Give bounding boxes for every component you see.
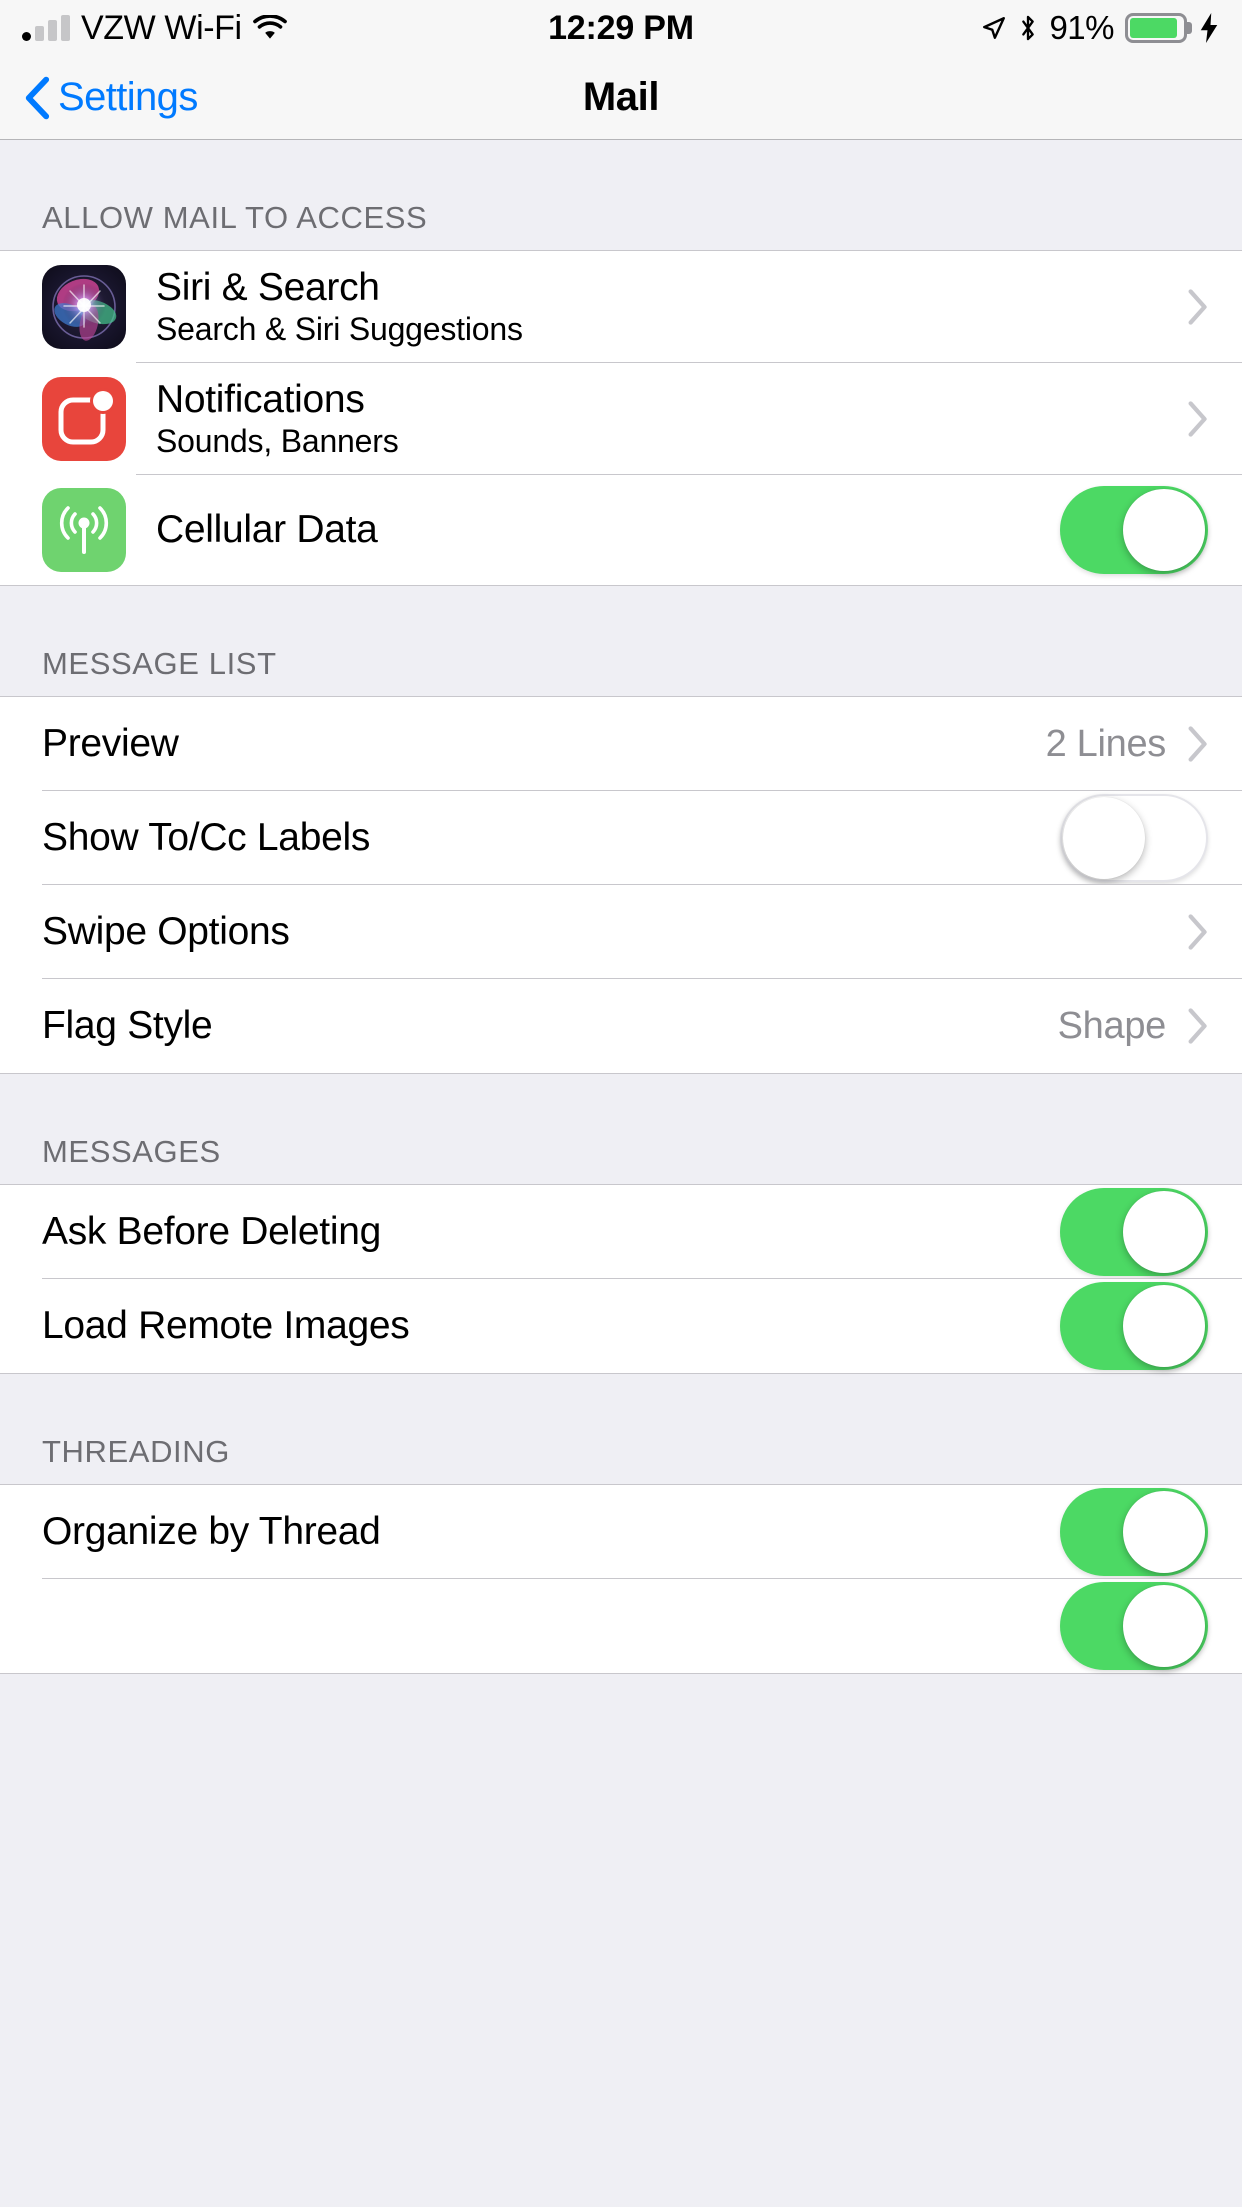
sidebar-item-swipe-options[interactable]: Swipe Options	[0, 885, 1242, 979]
status-bar: VZW Wi-Fi 12:29 PM 91%	[0, 0, 1242, 56]
sidebar-item-ask-before-deleting[interactable]: Ask Before Deleting	[0, 1185, 1242, 1279]
row-text: Notifications Sounds, Banners	[156, 378, 399, 460]
row-text: Cellular Data	[156, 508, 378, 552]
battery-icon	[1125, 13, 1187, 43]
navigation-bar: Settings Mail	[0, 56, 1242, 140]
section-header-label: THREADING	[42, 1434, 230, 1469]
sidebar-item-cellular-data[interactable]: Cellular Data	[0, 475, 1242, 585]
sidebar-item-organize-by-thread[interactable]: Organize by Thread	[0, 1485, 1242, 1579]
list-item[interactable]	[0, 1579, 1242, 1673]
row-accessory	[1060, 486, 1208, 574]
row-title: Preview	[42, 722, 179, 766]
status-bar-left: VZW Wi-Fi	[22, 9, 287, 48]
sidebar-item-siri-and-search[interactable]: Siri & Search Search & Siri Suggestions	[0, 251, 1242, 363]
row-subtitle: Search & Siri Suggestions	[156, 310, 523, 347]
cellular-signal-icon	[22, 15, 70, 41]
chevron-right-icon	[1188, 289, 1207, 325]
row-text: Organize by Thread	[42, 1510, 381, 1554]
back-button[interactable]: Settings	[0, 75, 198, 120]
row-accessory	[1060, 1488, 1208, 1576]
section-header-messages: MESSAGES	[0, 1074, 1242, 1184]
section-header-allow-mail-to-access: ALLOW MAIL TO ACCESS	[0, 140, 1242, 250]
clock-label: 12:29 PM	[548, 8, 694, 47]
row-text: Load Remote Images	[42, 1304, 410, 1348]
section-header-label: ALLOW MAIL TO ACCESS	[42, 200, 428, 235]
row-accessory	[1060, 1282, 1208, 1370]
chevron-right-icon	[1188, 401, 1207, 437]
load-remote-images-toggle[interactable]	[1060, 1282, 1208, 1370]
row-text: Flag Style	[42, 1004, 213, 1048]
section-header-message-list: MESSAGE LIST	[0, 586, 1242, 696]
section-header-label: MESSAGE LIST	[42, 646, 277, 681]
row-accessory: 2 Lines	[1046, 723, 1208, 766]
sidebar-item-preview[interactable]: Preview 2 Lines	[0, 697, 1242, 791]
row-title: Swipe Options	[42, 910, 290, 954]
sidebar-item-show-to-cc-labels[interactable]: Show To/Cc Labels	[0, 791, 1242, 885]
row-accessory	[1060, 1582, 1208, 1670]
row-title: Organize by Thread	[42, 1510, 381, 1554]
row-title: Flag Style	[42, 1004, 213, 1048]
section-header-threading: THREADING	[0, 1374, 1242, 1484]
row-value: 2 Lines	[1045, 722, 1167, 765]
bluetooth-icon	[1022, 15, 1035, 41]
sidebar-item-notifications[interactable]: Notifications Sounds, Banners	[0, 363, 1242, 475]
sidebar-item-flag-style[interactable]: Flag Style Shape	[0, 979, 1242, 1073]
cellular-data-toggle[interactable]	[1060, 486, 1208, 574]
section-group-messages: Ask Before Deleting Load Remote Images	[0, 1184, 1242, 1374]
row-title: Siri & Search	[156, 266, 380, 310]
row-accessory	[1060, 794, 1208, 882]
row-text: Preview	[42, 722, 179, 766]
chevron-right-icon	[1188, 726, 1207, 762]
row-text: Ask Before Deleting	[42, 1210, 381, 1254]
lightning-bolt-icon	[1200, 13, 1218, 43]
ask-before-deleting-toggle[interactable]	[1060, 1188, 1208, 1276]
section-group-message-list: Preview 2 Lines Show To/Cc Labels Swipe …	[0, 696, 1242, 1074]
row-accessory	[1188, 401, 1208, 437]
row-accessory: Shape	[1058, 1005, 1208, 1048]
organize-by-thread-toggle[interactable]	[1060, 1488, 1208, 1576]
row-accessory	[1188, 914, 1208, 950]
row-title: Show To/Cc Labels	[42, 816, 371, 860]
row-accessory	[1060, 1188, 1208, 1276]
location-arrow-icon	[983, 17, 1006, 39]
row-text: Show To/Cc Labels	[42, 816, 370, 860]
row-title: Ask Before Deleting	[42, 1210, 381, 1254]
show-to-cc-labels-toggle[interactable]	[1060, 794, 1208, 882]
row-text: Swipe Options	[42, 910, 290, 954]
section-group-allow-mail-to-access: Siri & Search Search & Siri Suggestions …	[0, 250, 1242, 586]
wifi-icon	[252, 15, 287, 39]
notifications-icon	[42, 377, 126, 461]
battery-percent-label: 91%	[1049, 9, 1114, 46]
row-title: Notifications	[156, 378, 365, 422]
cellular-data-icon	[42, 488, 126, 572]
carrier-label: VZW Wi-Fi	[81, 8, 242, 47]
settings-list[interactable]: ALLOW MAIL TO ACCESS Siri & Search Searc…	[0, 140, 1242, 2207]
chevron-right-icon	[1188, 1008, 1207, 1044]
row-value: Shape	[1057, 1004, 1167, 1047]
siri-icon	[42, 265, 126, 349]
status-bar-right: 91%	[981, 9, 1220, 47]
chevron-left-icon	[25, 76, 50, 119]
section-header-label: MESSAGES	[42, 1134, 221, 1169]
sidebar-item-load-remote-images[interactable]: Load Remote Images	[0, 1279, 1242, 1373]
chevron-right-icon	[1188, 914, 1207, 950]
row-title: Cellular Data	[156, 508, 378, 552]
row-title: Load Remote Images	[42, 1304, 410, 1348]
back-button-label: Settings	[58, 75, 198, 119]
row-text: Siri & Search Search & Siri Suggestions	[156, 266, 523, 348]
row-subtitle: Sounds, Banners	[156, 422, 399, 459]
row-accessory	[1188, 289, 1208, 325]
partial-row-toggle[interactable]	[1060, 1582, 1208, 1670]
section-group-threading: Organize by Thread	[0, 1484, 1242, 1674]
